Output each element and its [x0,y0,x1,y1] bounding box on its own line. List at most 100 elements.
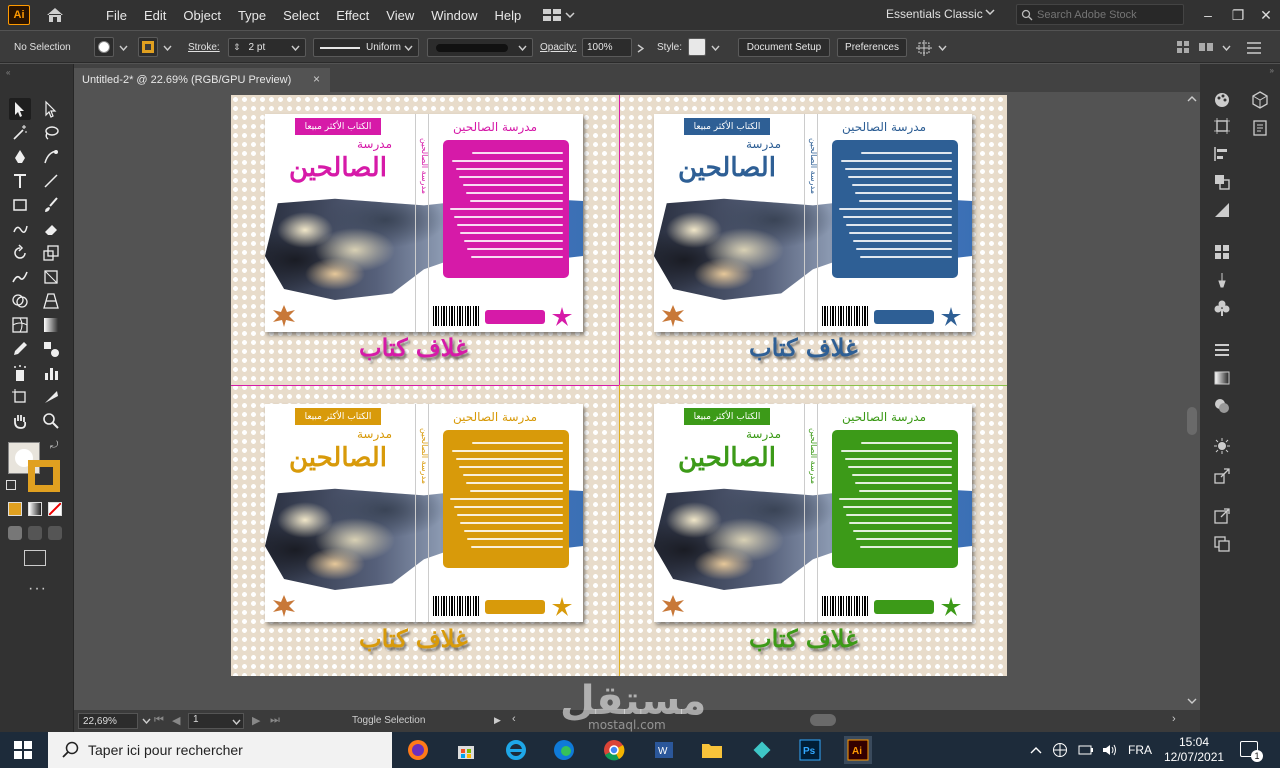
transform-icon[interactable] [916,40,932,56]
stroke-panel-button[interactable] [1212,340,1232,360]
scroll-left-icon[interactable]: ‹ [512,713,516,725]
transparency-panel-button[interactable] [1212,200,1232,220]
default-colors-icon[interactable] [6,480,16,490]
chevron-down-icon[interactable] [142,718,151,724]
screen-mode-icon[interactable] [24,550,46,566]
properties-panel-button[interactable] [1250,118,1270,138]
close-tab-icon[interactable]: × [313,72,320,86]
chevron-down-icon[interactable] [232,719,241,725]
preferences-button[interactable]: Preferences [837,38,907,57]
taskbar-battery[interactable] [1078,732,1094,768]
swap-colors-icon[interactable]: ⤾ [50,440,58,451]
paintbrush-tool[interactable] [40,194,62,216]
book-cover[interactable]: الكتاب الأكثر مبيعا مدرسة الصالحين مدرسة… [265,114,583,332]
blend-tool[interactable] [40,338,62,360]
zoom-tool[interactable] [40,410,62,432]
chevron-down-icon[interactable] [1222,45,1231,51]
menu-file[interactable]: File [106,8,127,23]
lasso-tool[interactable] [40,122,62,144]
close-window-button[interactable]: ✕ [1250,0,1280,30]
color-mode-icon[interactable] [8,502,22,516]
generic-app[interactable] [748,736,776,764]
arrange-icon[interactable] [1198,41,1214,53]
pen-tool[interactable] [9,146,31,168]
photoshop-app[interactable]: Ps [796,736,824,764]
gradient-panel-button[interactable] [1212,368,1232,388]
windows-start-icon[interactable] [14,741,32,759]
first-artboard-icon[interactable]: ⏮ [154,714,164,727]
vertical-scroll-thumb[interactable] [1187,407,1197,435]
direct-selection-tool[interactable] [40,98,62,120]
menu-edit[interactable]: Edit [144,8,166,23]
warp-tool[interactable] [9,266,31,288]
menu-window[interactable]: Window [431,8,477,23]
chrome-app[interactable] [600,736,628,764]
chevron-right-icon[interactable] [637,44,644,53]
edge-app[interactable] [550,736,578,764]
artboard-tool[interactable] [9,386,31,408]
scroll-right-icon[interactable]: › [1172,713,1176,725]
slice-tool[interactable] [40,386,62,408]
opacity-label[interactable]: Opacity: [540,42,577,53]
graphic-style-swatch[interactable] [688,38,706,56]
menu-select[interactable]: Select [283,8,319,23]
hand-tool[interactable] [9,410,31,432]
perspective-grid-tool[interactable] [40,290,62,312]
minimize-button[interactable]: – [1192,0,1224,30]
chevron-down-icon[interactable] [985,9,995,15]
zoom-level-field[interactable]: 22,69% [78,713,138,729]
rectangle-tool[interactable] [9,194,31,216]
stroke-color-box[interactable] [28,460,60,492]
layers-panel-button[interactable] [1212,534,1232,554]
stroke-label[interactable]: Stroke: [188,42,220,53]
draw-normal-icon[interactable] [8,526,22,540]
image-trace-panel-button[interactable] [1212,506,1232,526]
horizontal-scroll-thumb[interactable] [810,714,836,726]
stock-search-input[interactable] [1037,8,1177,21]
selection-tool[interactable] [9,98,31,120]
menu-view[interactable]: View [386,8,414,23]
draw-inside-icon[interactable] [48,526,62,540]
volume-control[interactable] [1102,732,1118,768]
brush-definition[interactable] [427,38,533,57]
canvas[interactable]: الكتاب الأكثر مبيعا مدرسة الصالحين مدرسة… [74,92,1184,710]
none-mode-icon[interactable] [48,502,62,516]
type-tool[interactable] [9,170,31,192]
store-app[interactable] [452,736,480,764]
chevron-down-icon[interactable] [711,45,720,51]
home-icon[interactable] [44,5,66,25]
variable-width-profile[interactable]: Uniform [313,38,419,57]
swatches-panel-button[interactable] [1212,242,1232,262]
edit-toolbar-icon[interactable]: ··· [28,580,47,598]
show-hidden-icons[interactable] [1030,732,1042,768]
appearance-panel-button[interactable] [1212,396,1232,416]
pathfinder-panel-button[interactable] [1212,172,1232,192]
taskbar-clock[interactable]: 15:04 12/07/2021 [1164,735,1224,765]
next-artboard-icon[interactable]: ▶ [252,714,260,727]
shape-builder-tool[interactable] [9,290,31,312]
book-cover[interactable]: الكتاب الأكثر مبيعا مدرسة الصالحين مدرسة… [654,404,972,622]
ie-app[interactable] [502,736,530,764]
stroke-weight-field[interactable]: ⇕ 2 pt [228,38,306,57]
vertical-scrollbar[interactable] [1184,92,1200,710]
status-menu-icon[interactable]: ▶ [494,715,501,726]
notifications-button[interactable]: 1 [1240,741,1263,762]
artboard[interactable]: الكتاب الأكثر مبيعا مدرسة الصالحين مدرسة… [231,95,1007,676]
chevron-down-icon[interactable] [938,45,947,51]
taskbar-search-box[interactable]: Taper ici pour rechercher [48,732,392,768]
draw-behind-icon[interactable] [28,526,42,540]
chevron-down-icon[interactable] [163,45,172,51]
fill-swatch[interactable] [94,37,114,57]
libraries-panel-button[interactable] [1250,90,1270,110]
eyedropper-tool[interactable] [9,338,31,360]
menu-type[interactable]: Type [238,8,266,23]
graphic-styles-panel-button[interactable] [1212,436,1232,456]
input-language[interactable]: FRA [1128,732,1152,768]
arrange-documents-button[interactable] [543,9,575,21]
free-transform-tool[interactable] [40,266,62,288]
book-cover[interactable]: الكتاب الأكثر مبيعا مدرسة الصالحين مدرسة… [654,114,972,332]
word-app[interactable]: W [650,736,678,764]
document-setup-button[interactable]: Document Setup [738,38,830,57]
scroll-down-icon[interactable] [1187,698,1197,704]
magic-wand-tool[interactable] [9,122,31,144]
